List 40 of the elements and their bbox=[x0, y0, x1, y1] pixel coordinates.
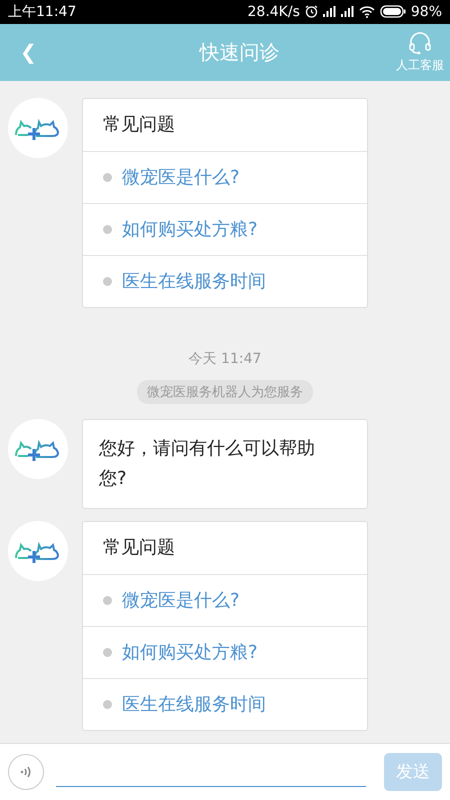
faq-item[interactable]: 如何购买处方粮? bbox=[83, 202, 367, 255]
faq-link[interactable]: 微宠医是什么? bbox=[122, 165, 240, 190]
customer-service-button[interactable]: 人工客服 bbox=[396, 30, 444, 74]
battery-level: 98% bbox=[410, 4, 442, 20]
faq-title: 常见问题 bbox=[102, 112, 176, 137]
faq-item[interactable]: 微宠医是什么? bbox=[83, 574, 367, 626]
network-speed: 28.4K/s bbox=[248, 4, 300, 20]
pet-avatar-icon bbox=[8, 418, 68, 479]
faq-item[interactable]: 如何购买处方粮? bbox=[83, 626, 367, 678]
battery-icon bbox=[380, 5, 406, 18]
faq-item[interactable]: 微宠医是什么? bbox=[83, 150, 367, 203]
back-button[interactable]: ❮ bbox=[14, 40, 43, 65]
bullet-icon bbox=[103, 172, 112, 182]
signal-icon bbox=[340, 6, 354, 18]
faq-link[interactable]: 如何购买处方粮? bbox=[122, 217, 258, 242]
voice-icon bbox=[19, 764, 33, 779]
timestamp: 今天 11:47 bbox=[188, 350, 262, 368]
status-time: 上午11:47 bbox=[8, 2, 76, 21]
pet-avatar-icon bbox=[8, 520, 68, 581]
wifi-icon bbox=[358, 6, 375, 18]
bullet-icon bbox=[103, 648, 112, 657]
bullet-icon bbox=[103, 596, 112, 605]
system-notice: 微宠医服务机器人为您服务 bbox=[137, 380, 313, 404]
faq-link[interactable]: 医生在线服务时间 bbox=[122, 269, 266, 294]
alarm-icon bbox=[304, 5, 318, 18]
faq-link[interactable]: 医生在线服务时间 bbox=[122, 692, 266, 716]
faq-item[interactable]: 医生在线服务时间 bbox=[83, 254, 367, 307]
faq-link[interactable]: 微宠医是什么? bbox=[122, 588, 240, 612]
faq-link[interactable]: 如何购买处方粮? bbox=[122, 640, 258, 664]
message-text: 您好，请问有什么可以帮助您? bbox=[99, 438, 315, 489]
faq-title: 常见问题 bbox=[102, 536, 176, 560]
faq-item[interactable]: 医生在线服务时间 bbox=[83, 678, 367, 730]
bullet-icon bbox=[103, 700, 112, 709]
headset-icon bbox=[407, 30, 433, 55]
page-title: 快速问诊 bbox=[200, 38, 280, 66]
bullet-icon bbox=[103, 224, 112, 234]
pet-avatar-icon bbox=[8, 98, 68, 158]
signal-icon bbox=[322, 6, 336, 18]
voice-button[interactable] bbox=[8, 754, 44, 790]
bullet-icon bbox=[103, 276, 112, 286]
